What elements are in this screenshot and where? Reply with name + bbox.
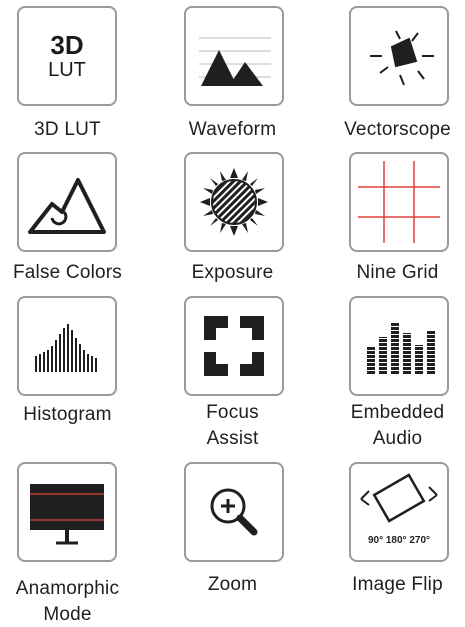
embedded-audio-icon [367,323,435,375]
waveform-icon [199,37,271,86]
tile-label: Zoom [207,574,258,595]
tile-label: Image Flip [352,574,443,595]
tile-label: Vectorscope [344,119,451,140]
tile-label: False Colors [12,262,123,283]
tile-label: 3D LUT [34,119,101,140]
waveform-button[interactable] [184,6,284,106]
focus-assist-icon [204,316,264,376]
tile-label-line-1: Embedded [350,402,445,423]
vectorscope-button[interactable] [349,6,449,106]
exposure-button[interactable] [184,152,284,252]
tile-label: Waveform [188,119,277,140]
tile-label-line-2: Assist [206,428,259,449]
nine-grid-button[interactable] [349,152,449,252]
nine-grid-icon [358,161,440,243]
tile-label-line-2: Audio [372,428,423,449]
image-flip-button[interactable]: 90° 180° 270° [349,462,449,562]
image-flip-icon: 90° 180° 270° [360,473,438,546]
exposure-icon [200,168,268,236]
tile-label-line-1: Anamorphic [15,578,120,599]
false-colors-button[interactable] [17,152,117,252]
false-colors-icon [28,178,106,234]
vectorscope-icon [370,30,434,86]
embedded-audio-button[interactable] [349,296,449,396]
3d-lut-icon: 3D LUT [48,30,86,81]
anamorphic-mode-button[interactable] [17,462,117,562]
tile-label-line-2: Mode [43,604,92,625]
anamorphic-mode-icon [30,484,104,545]
3d-lut-button[interactable]: 3D LUT [17,6,117,106]
zoom-icon [210,488,258,536]
tile-label: Exposure [191,262,274,283]
histogram-icon [35,324,97,372]
image-flip-angles: 90° 180° 270° [368,535,430,546]
tile-label: Nine Grid [356,262,439,283]
zoom-button[interactable] [184,462,284,562]
tile-label-line-1: Focus [206,402,259,423]
histogram-button[interactable] [17,296,117,396]
focus-assist-button[interactable] [184,296,284,396]
tile-label: Histogram [23,404,112,425]
